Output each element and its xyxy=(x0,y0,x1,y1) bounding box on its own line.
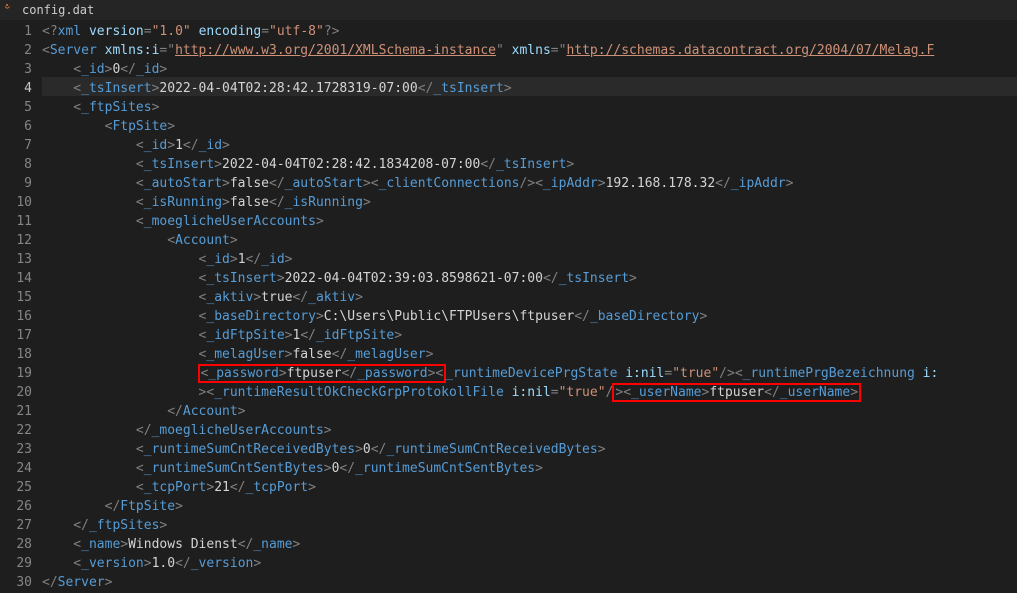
code-line: <_isRunning>false</_isRunning> xyxy=(42,193,1017,212)
code-area[interactable]: <?xml version="1.0" encoding="utf-8"?><S… xyxy=(42,20,1017,593)
code-line: </Server> xyxy=(42,573,1017,592)
code-line: </_moeglicheUserAccounts> xyxy=(42,421,1017,440)
line-number: 29 xyxy=(0,554,32,573)
line-number: 10 xyxy=(0,193,32,212)
code-line: <_autoStart>false</_autoStart><_clientCo… xyxy=(42,174,1017,193)
code-line: <_tsInsert>2022-04-04T02:28:42.1728319-0… xyxy=(42,79,1017,98)
line-number: 22 xyxy=(0,421,32,440)
code-line: </FtpSite> xyxy=(42,497,1017,516)
code-line: </Account> xyxy=(42,402,1017,421)
line-number: 15 xyxy=(0,288,32,307)
line-number: 5 xyxy=(0,98,32,117)
code-line: <?xml version="1.0" encoding="utf-8"?> xyxy=(42,22,1017,41)
code-line: <_ftpSites> xyxy=(42,98,1017,117)
highlight-box: <_password>ftpuser</_password>< xyxy=(198,364,447,383)
line-number: 26 xyxy=(0,497,32,516)
tab-filename[interactable]: config.dat xyxy=(22,3,94,17)
line-number: 12 xyxy=(0,231,32,250)
line-number: 23 xyxy=(0,440,32,459)
code-line: <FtpSite> xyxy=(42,117,1017,136)
xml-file-icon xyxy=(4,2,16,18)
line-number: 28 xyxy=(0,535,32,554)
code-line: <_idFtpSite>1</_idFtpSite> xyxy=(42,326,1017,345)
line-number: 1 xyxy=(0,22,32,41)
code-line: <_moeglicheUserAccounts> xyxy=(42,212,1017,231)
code-line: <_runtimeSumCntReceivedBytes>0</_runtime… xyxy=(42,440,1017,459)
code-line: ><_runtimeResultOkCheckGrpProtokollFile … xyxy=(42,383,1017,402)
line-number: 25 xyxy=(0,478,32,497)
line-number: 2 xyxy=(0,41,32,60)
line-number: 4 xyxy=(0,79,32,98)
code-line: <_name>Windows Dienst</_name> xyxy=(42,535,1017,554)
code-line: <Server xmlns:i="http://www.w3.org/2001/… xyxy=(42,41,1017,60)
code-line: <Account> xyxy=(42,231,1017,250)
line-number-gutter: 1234567891011121314151617181920212223242… xyxy=(0,20,42,593)
line-number: 13 xyxy=(0,250,32,269)
code-line: <_tsInsert>2022-04-04T02:28:42.1834208-0… xyxy=(42,155,1017,174)
tab-bar: config.dat xyxy=(0,0,1017,20)
code-line: <_aktiv>true</_aktiv> xyxy=(42,288,1017,307)
code-line: <_tsInsert>2022-04-04T02:39:03.8598621-0… xyxy=(42,269,1017,288)
line-number: 18 xyxy=(0,345,32,364)
line-number: 21 xyxy=(0,402,32,421)
line-number: 16 xyxy=(0,307,32,326)
code-line: <_baseDirectory>C:\Users\Public\FTPUsers… xyxy=(42,307,1017,326)
code-line: </_ftpSites> xyxy=(42,516,1017,535)
line-number: 3 xyxy=(0,60,32,79)
line-number: 24 xyxy=(0,459,32,478)
line-number: 30 xyxy=(0,573,32,592)
line-number: 7 xyxy=(0,136,32,155)
code-line: <_tcpPort>21</_tcpPort> xyxy=(42,478,1017,497)
code-line: <_id>0</_id> xyxy=(42,60,1017,79)
line-number: 8 xyxy=(0,155,32,174)
code-line: <_version>1.0</_version> xyxy=(42,554,1017,573)
line-number: 17 xyxy=(0,326,32,345)
code-editor[interactable]: 1234567891011121314151617181920212223242… xyxy=(0,20,1017,593)
line-number: 11 xyxy=(0,212,32,231)
code-line: <_melagUser>false</_melagUser> xyxy=(42,345,1017,364)
line-number: 27 xyxy=(0,516,32,535)
code-line: <_runtimeSumCntSentBytes>0</_runtimeSumC… xyxy=(42,459,1017,478)
line-number: 6 xyxy=(0,117,32,136)
code-line: <_password>ftpuser</_password><_runtimeD… xyxy=(42,364,1017,383)
code-line: <_id>1</_id> xyxy=(42,136,1017,155)
line-number: 20 xyxy=(0,383,32,402)
code-line: <_id>1</_id> xyxy=(42,250,1017,269)
line-number: 14 xyxy=(0,269,32,288)
highlight-box: ><_userName>ftpuser</_userName> xyxy=(612,383,861,402)
line-number: 19 xyxy=(0,364,32,383)
line-number: 9 xyxy=(0,174,32,193)
